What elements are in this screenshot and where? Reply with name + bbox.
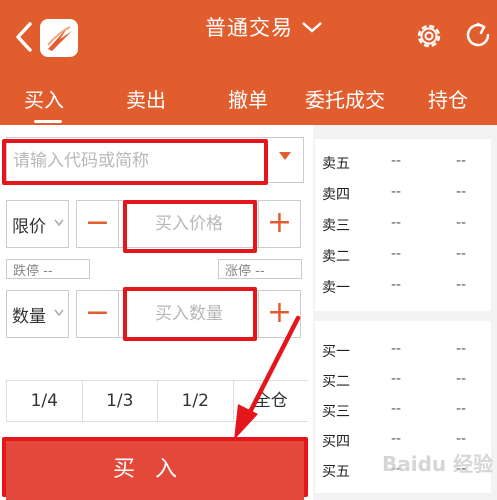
tab-positions[interactable]: 持仓 [428, 84, 468, 113]
tab-orders[interactable]: 委托成交 [305, 84, 385, 113]
quantity-type-select[interactable]: 数量 [6, 290, 69, 338]
order-form: 限价 − + 跌停 -- 涨停 -- 数量 − + 1/4 1/3 1/2 全仓… [0, 125, 313, 500]
sell-orders-panel: 卖五 -- -- 卖四 -- -- 卖三 -- -- 卖二 -- -- 卖一 -- -- [315, 139, 491, 311]
highlight-price-input [123, 200, 257, 253]
highlight-quantity-input [123, 287, 257, 341]
fraction-full-button[interactable]: 全仓 [234, 381, 309, 421]
buy-row: 买三 -- -- [322, 401, 467, 420]
price-minus-button[interactable]: − [77, 201, 119, 247]
limit-up-label: 涨停 -- [218, 259, 302, 279]
highlight-code-input [2, 139, 268, 185]
tab-cancel[interactable]: 撤单 [228, 84, 268, 113]
buy-row: 买一 -- -- [322, 341, 467, 360]
price-type-select[interactable]: 限价 [6, 200, 69, 248]
chevron-down-icon [302, 22, 322, 33]
quantity-plus-button[interactable]: + [258, 291, 300, 337]
fraction-half-button[interactable]: 1/2 [158, 381, 234, 421]
page-title: 普通交易 [205, 16, 293, 40]
price-type-value: 限价 [12, 216, 46, 237]
sell-row: 卖四 -- -- [322, 184, 467, 203]
buy-row: 买二 -- -- [322, 371, 467, 390]
active-tab-indicator [34, 120, 62, 123]
back-button[interactable] [12, 20, 38, 54]
logo-icon [47, 26, 72, 51]
trade-tabs: 买入 卖出 撤单 委托成交 持仓 [0, 80, 497, 125]
sell-row: 卖二 -- -- [322, 246, 467, 265]
gear-icon[interactable] [414, 21, 444, 51]
sell-row: 卖三 -- -- [322, 215, 467, 234]
highlight-buy-button [2, 437, 308, 497]
quantity-type-value: 数量 [12, 306, 46, 327]
app-logo [40, 19, 78, 57]
sell-row: 卖五 -- -- [322, 153, 467, 172]
trade-mode-selector[interactable]: 普通交易 [205, 12, 323, 42]
tab-sell[interactable]: 卖出 [126, 84, 166, 113]
tab-buy[interactable]: 买入 [24, 84, 64, 113]
order-book: 卖五 -- -- 卖四 -- -- 卖三 -- -- 卖二 -- -- 卖一 -- -- 买一 -- -… [313, 125, 497, 500]
limit-down-label: 跌停 -- [6, 259, 90, 279]
watermark: Baidu 经验 [382, 452, 494, 476]
dropdown-arrow-icon[interactable] [279, 152, 291, 160]
app-header: 普通交易 买入 卖出 撤单 委托成交 持仓 [0, 0, 497, 125]
refresh-icon[interactable] [464, 21, 492, 51]
position-fraction-buttons: 1/4 1/3 1/2 全仓 [6, 380, 308, 422]
chevron-down-icon [54, 309, 64, 317]
chevron-left-icon [16, 22, 32, 52]
fraction-third-button[interactable]: 1/3 [83, 381, 158, 421]
fraction-quarter-button[interactable]: 1/4 [6, 381, 83, 421]
price-plus-button[interactable]: + [258, 201, 300, 247]
quantity-minus-button[interactable]: − [77, 291, 119, 337]
sell-row: 卖一 -- -- [322, 277, 467, 296]
chevron-down-icon [54, 219, 64, 227]
